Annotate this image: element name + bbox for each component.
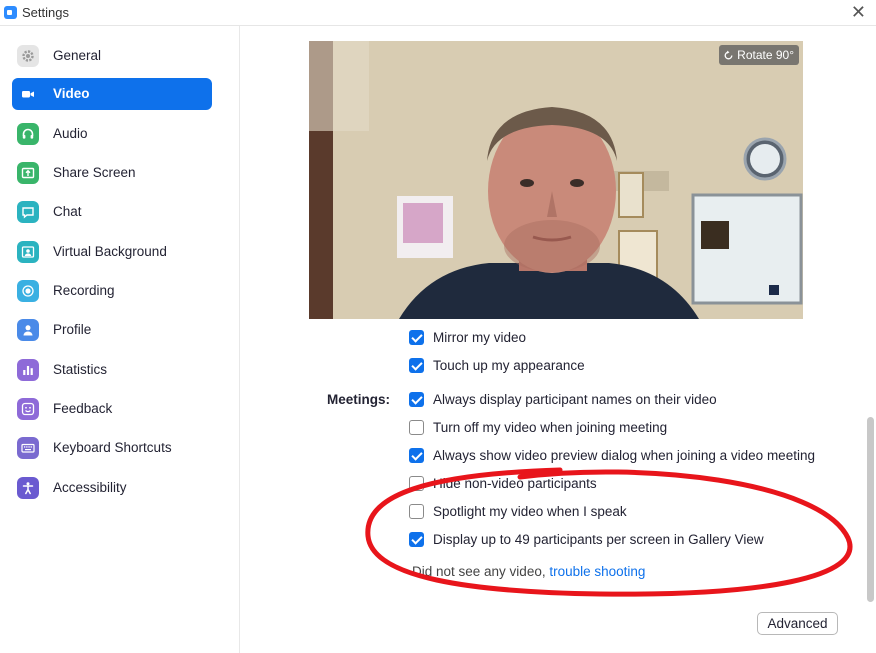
- record-icon: [17, 280, 39, 302]
- sidebar-item-profile[interactable]: Profile: [12, 314, 212, 346]
- gear-icon: [17, 45, 39, 67]
- checkbox[interactable]: [409, 476, 424, 491]
- checkbox[interactable]: [409, 358, 424, 373]
- sidebar-item-virtual-background[interactable]: Virtual Background: [12, 236, 212, 268]
- video-camera-icon: [17, 83, 39, 105]
- sidebar-item-label: Accessibility: [53, 480, 127, 495]
- checkbox[interactable]: [409, 532, 424, 547]
- sidebar-item-label: Feedback: [53, 401, 113, 416]
- person-portrait-icon: [17, 241, 39, 263]
- option-label: Spotlight my video when I speak: [433, 504, 627, 519]
- option-label: Mirror my video: [433, 330, 527, 345]
- keyboard-icon: [17, 437, 39, 459]
- video-settings-panel: Rotate 90° Mirror my video Touch up my a…: [241, 26, 876, 653]
- option-label: Hide non-video participants: [433, 476, 597, 491]
- meetings-section-label: Meetings:: [327, 392, 391, 407]
- checkbox[interactable]: [409, 504, 424, 519]
- sidebar-item-recording[interactable]: Recording: [12, 275, 212, 307]
- rotate-button-label: Rotate 90°: [737, 48, 794, 62]
- checkbox[interactable]: [409, 448, 424, 463]
- sidebar-item-keyboard-shortcuts[interactable]: Keyboard Shortcuts: [12, 432, 212, 464]
- camera-preview: Rotate 90°: [309, 41, 803, 319]
- option-label: Display up to 49 participants per screen…: [433, 532, 764, 547]
- checkbox[interactable]: [409, 420, 424, 435]
- smiley-icon: [17, 398, 39, 420]
- advanced-button[interactable]: Advanced: [757, 612, 838, 635]
- zoom-app-icon: [4, 6, 17, 19]
- title-bar: Settings ✕: [0, 0, 876, 26]
- sidebar-item-label: Virtual Background: [53, 244, 167, 259]
- sidebar-item-label: Recording: [53, 283, 115, 298]
- troubleshooting-help: Did not see any video, trouble shooting: [412, 564, 645, 579]
- settings-sidebar: General Video Audio Share Screen Chat Vi…: [0, 26, 240, 653]
- sidebar-item-label: Profile: [53, 322, 92, 337]
- accessibility-icon: [17, 477, 39, 499]
- profile-icon: [17, 319, 39, 341]
- bar-stats-icon: [17, 359, 39, 381]
- scrollbar[interactable]: [867, 332, 874, 632]
- sidebar-item-label: Share Screen: [53, 165, 136, 180]
- sidebar-item-share-screen[interactable]: Share Screen: [12, 157, 212, 189]
- camera-preview-image: [309, 41, 803, 319]
- sidebar-item-label: Keyboard Shortcuts: [53, 440, 172, 455]
- sidebar-item-label: Audio: [53, 126, 88, 141]
- trouble-shooting-link[interactable]: trouble shooting: [549, 564, 645, 579]
- sidebar-item-statistics[interactable]: Statistics: [12, 354, 212, 386]
- sidebar-item-audio[interactable]: Audio: [12, 118, 212, 150]
- scroll-clip-edge: [241, 319, 876, 327]
- rotate-icon: [724, 50, 733, 59]
- checkbox[interactable]: [409, 330, 424, 345]
- rotate-90-button[interactable]: Rotate 90°: [719, 45, 799, 65]
- option-label: Always show video preview dialog when jo…: [433, 448, 815, 463]
- window-title: Settings: [22, 5, 69, 20]
- sidebar-item-video[interactable]: Video: [12, 78, 212, 110]
- sidebar-item-label: Chat: [53, 204, 82, 219]
- option-label: Touch up my appearance: [433, 358, 585, 373]
- scrollbar-thumb[interactable]: [867, 417, 874, 602]
- close-icon[interactable]: ✕: [851, 2, 866, 23]
- sidebar-item-chat[interactable]: Chat: [12, 196, 212, 228]
- share-screen-icon: [17, 162, 39, 184]
- headphones-icon: [17, 123, 39, 145]
- sidebar-item-label: Video: [53, 86, 90, 101]
- help-text: Did not see any video,: [412, 564, 546, 579]
- option-label: Turn off my video when joining meeting: [433, 420, 668, 435]
- sidebar-item-label: Statistics: [53, 362, 108, 377]
- checkbox[interactable]: [409, 392, 424, 407]
- sidebar-item-general[interactable]: General: [12, 40, 212, 72]
- sidebar-item-feedback[interactable]: Feedback: [12, 393, 212, 425]
- option-label: Always display participant names on thei…: [433, 392, 717, 407]
- sidebar-item-accessibility[interactable]: Accessibility: [12, 472, 212, 504]
- sidebar-item-label: General: [53, 48, 102, 63]
- chat-bubble-icon: [17, 201, 39, 223]
